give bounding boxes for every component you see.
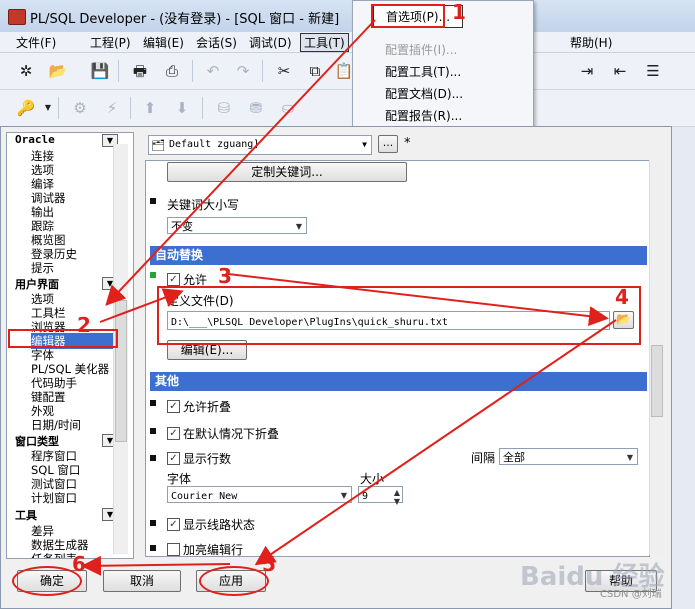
arrow-2 bbox=[99, 288, 184, 323]
arrow-5 bbox=[81, 555, 231, 576]
step-number-3: 3 bbox=[218, 264, 232, 288]
arrow-1 bbox=[105, 19, 376, 306]
step-number-1: 1 bbox=[452, 0, 466, 24]
annotation-arrows bbox=[81, 19, 617, 576]
arrow-3 bbox=[227, 273, 609, 327]
step-number-6: 6 bbox=[72, 552, 86, 576]
step-number-4: 4 bbox=[615, 285, 629, 309]
step-number-2: 2 bbox=[77, 313, 91, 337]
step-number-5: 5 bbox=[262, 552, 276, 576]
arrow-4 bbox=[254, 319, 617, 566]
